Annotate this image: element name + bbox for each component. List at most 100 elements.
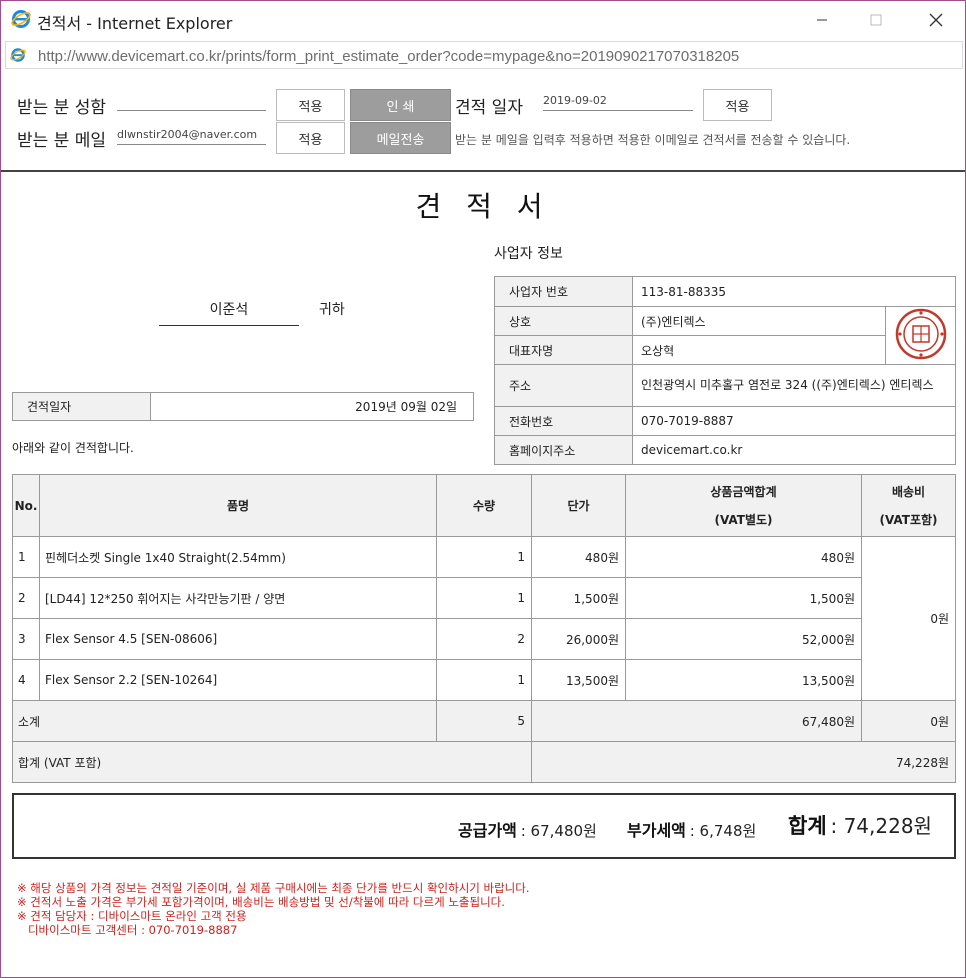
supply-amount: 공급가액 : 67,480원 xyxy=(458,817,597,841)
row-unit-price: 1,500원 xyxy=(531,577,626,619)
col-header-amount-line2: (VAT별도) xyxy=(714,512,773,527)
biz-label: 사업자 번호 xyxy=(494,276,633,307)
row-unit-price: 480원 xyxy=(531,536,626,578)
subtotal-row: 소계 5 67,480원 0원 xyxy=(12,700,956,742)
biz-value: 113-81-88335 xyxy=(632,276,956,307)
col-header-shipping-line2: (VAT포함) xyxy=(879,512,938,527)
col-header-amount-line1: 상품금액합계 xyxy=(710,484,777,499)
col-header-no: No. xyxy=(12,474,40,537)
row-unit-price: 26,000원 xyxy=(531,618,626,660)
total-row: 합계 (VAT 포함) 74,228원 xyxy=(12,741,956,783)
row-amount: 480원 xyxy=(625,536,862,578)
window-title: 견적서 - Internet Explorer xyxy=(37,14,233,33)
internet-explorer-icon xyxy=(11,10,31,28)
print-button[interactable]: 인 쇄 xyxy=(350,89,451,121)
estimate-date-label: 견적 일자 xyxy=(455,98,523,118)
biz-value: 오상혁 xyxy=(632,335,886,365)
page-icon xyxy=(10,48,26,62)
minimize-button[interactable] xyxy=(799,1,845,39)
subtotal-shipping: 0원 xyxy=(861,700,956,742)
grand-total-label: 합계 xyxy=(788,814,827,838)
row-unit-price: 13,500원 xyxy=(531,659,626,701)
maximize-button[interactable] xyxy=(853,1,899,39)
supply-value: : 67,480원 xyxy=(520,822,597,840)
document-title: 견 적 서 xyxy=(415,190,551,223)
biz-label: 홈페이지주소 xyxy=(494,435,633,465)
row-qty: 1 xyxy=(436,659,532,701)
subtotal-amount: 67,480원 xyxy=(531,700,862,742)
biz-value: 인천광역시 미추홀구 염전로 324 ((주)엔티렉스) 엔티렉스 xyxy=(632,364,956,407)
biz-value: (주)엔티렉스 xyxy=(632,306,886,336)
biz-label: 전화번호 xyxy=(494,406,633,436)
row-no: 4 xyxy=(12,659,40,701)
row-qty: 1 xyxy=(436,536,532,578)
estimate-date-input[interactable]: 2019-09-02 xyxy=(543,89,693,111)
grand-total-value: : 74,228원 xyxy=(830,814,932,838)
items-table: No. 품명 수량 단가 상품금액합계 (VAT별도) 배송비 (VAT포함) … xyxy=(12,474,956,783)
estimate-date-table: 견적일자 2019년 09월 02일 xyxy=(12,392,474,421)
recipient-name-label: 받는 분 성함 xyxy=(17,98,107,118)
row-amount: 52,000원 xyxy=(625,618,862,660)
shipping-cell: 0원 xyxy=(861,536,956,701)
table-row: 2 [LD44] 12*250 휘어지는 사각만능기판 / 양면 1 1,500… xyxy=(12,577,956,619)
apply-email-button[interactable]: 적용 xyxy=(276,122,345,154)
business-info-table: 사업자 번호 113-81-88335 상호 (주)엔티렉스 대표자명 오상혁 … xyxy=(494,276,956,465)
subtotal-label: 소계 xyxy=(12,700,437,742)
recipient-name-input[interactable] xyxy=(117,89,266,111)
email-note: 받는 분 메일을 입력후 적용하면 적용한 이메일로 견적서를 전송할 수 있습… xyxy=(455,133,851,147)
col-header-shipping: 배송비 (VAT포함) xyxy=(861,474,956,537)
business-info-heading: 사업자 정보 xyxy=(494,246,563,262)
notes: ※ 해당 상품의 가격 정보는 견적일 기준이며, 실 제품 구매시에는 최종 … xyxy=(17,881,529,937)
row-name: Flex Sensor 4.5 [SEN-08606] xyxy=(39,618,437,660)
row-amount: 13,500원 xyxy=(625,659,862,701)
total-label: 합계 (VAT 포함) xyxy=(12,741,532,783)
estimate-date-cell-label: 견적일자 xyxy=(12,392,151,421)
apply-name-button[interactable]: 적용 xyxy=(276,89,345,121)
biz-value: 070-7019-8887 xyxy=(632,406,956,436)
recipient-email-label: 받는 분 메일 xyxy=(17,131,107,151)
close-icon xyxy=(929,13,943,27)
vat-amount: 부가세액 : 6,748원 xyxy=(627,817,756,841)
col-header-shipping-line1: 배송비 xyxy=(891,484,926,499)
company-seal-cell xyxy=(885,306,956,365)
row-amount: 1,500원 xyxy=(625,577,862,619)
subtotal-qty: 5 xyxy=(436,700,532,742)
table-row: 3 Flex Sensor 4.5 [SEN-08606] 2 26,000원 … xyxy=(12,618,956,660)
table-row: 4 Flex Sensor 2.2 [SEN-10264] 1 13,500원 … xyxy=(12,659,956,701)
company-seal-icon xyxy=(895,308,946,360)
biz-label: 대표자명 xyxy=(494,335,633,365)
controls-divider xyxy=(1,170,965,172)
supply-label: 공급가액 xyxy=(458,821,517,840)
apply-date-button[interactable]: 적용 xyxy=(703,89,772,121)
note-line: 디바이스마트 고객센터 : 070-7019-8887 xyxy=(17,923,238,937)
close-button[interactable] xyxy=(913,1,959,39)
row-name: Flex Sensor 2.2 [SEN-10264] xyxy=(39,659,437,701)
estimate-date-cell-value: 2019년 09월 02일 xyxy=(150,392,474,421)
note-line: ※ 해당 상품의 가격 정보는 견적일 기준이며, 실 제품 구매시에는 최종 … xyxy=(17,881,530,895)
col-header-unit-price: 단가 xyxy=(531,474,626,537)
row-no: 1 xyxy=(12,536,40,578)
customer-name: 이준석 xyxy=(159,299,299,326)
biz-value: devicemart.co.kr xyxy=(632,435,956,465)
browser-window: 견적서 - Internet Explorer http://www.devic… xyxy=(0,0,966,978)
address-bar[interactable]: http://www.devicemart.co.kr/prints/form_… xyxy=(5,41,963,69)
recipient-email-input[interactable]: dlwnstir2004@naver.com xyxy=(117,123,266,145)
row-name: 핀헤더소켓 Single 1x40 Straight(2.54mm) xyxy=(39,536,437,578)
url-text: http://www.devicemart.co.kr/prints/form_… xyxy=(38,48,740,65)
summary-box: 공급가액 : 67,480원 부가세액 : 6,748원 합계 : 74,228… xyxy=(12,793,956,859)
maximize-icon xyxy=(870,14,882,26)
table-row: 1 핀헤더소켓 Single 1x40 Straight(2.54mm) 1 4… xyxy=(12,536,956,701)
row-no: 3 xyxy=(12,618,40,660)
title-bar: 견적서 - Internet Explorer xyxy=(1,1,965,39)
estimate-controls: 받는 분 성함 적용 인 쇄 견적 일자 2019-09-02 적용 받는 분 … xyxy=(1,71,965,172)
customer-suffix: 귀하 xyxy=(319,302,345,318)
col-header-name: 품명 xyxy=(39,474,437,537)
intro-text: 아래와 같이 견적합니다. xyxy=(12,441,134,455)
send-mail-button[interactable]: 메일전송 xyxy=(350,122,451,154)
row-qty: 1 xyxy=(436,577,532,619)
vat-label: 부가세액 xyxy=(627,821,686,840)
minimize-icon xyxy=(817,19,827,21)
biz-label: 상호 xyxy=(494,306,633,336)
row-name: [LD44] 12*250 휘어지는 사각만능기판 / 양면 xyxy=(39,577,437,619)
row-qty: 2 xyxy=(436,618,532,660)
